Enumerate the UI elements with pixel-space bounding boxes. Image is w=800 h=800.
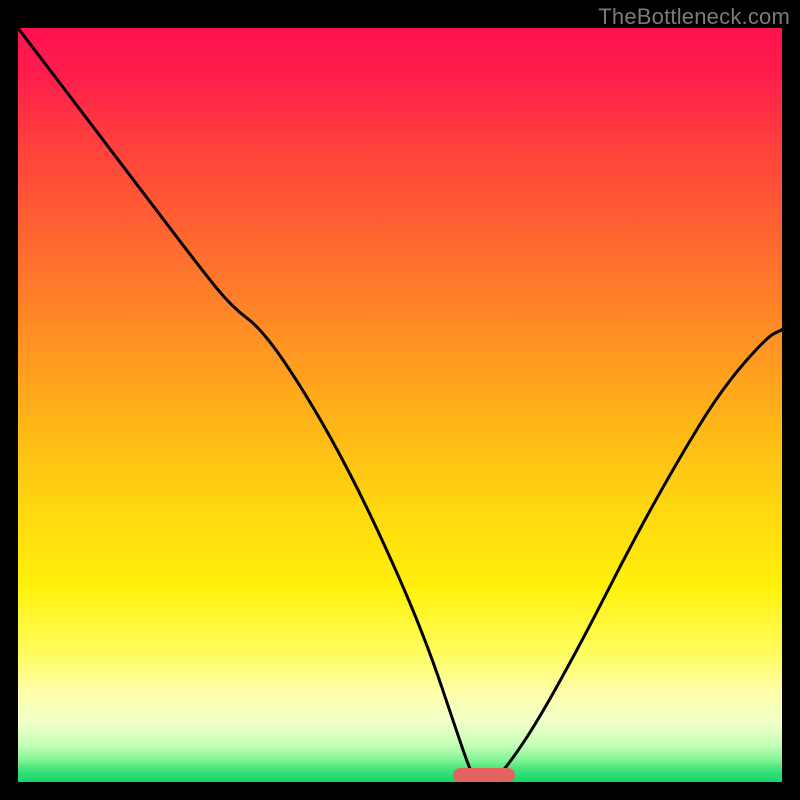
- plot-area: [18, 28, 782, 782]
- optimal-range-marker: [453, 768, 514, 782]
- bottleneck-curve: [18, 28, 782, 782]
- chart-frame: TheBottleneck.com: [0, 0, 800, 800]
- watermark-text: TheBottleneck.com: [598, 4, 790, 30]
